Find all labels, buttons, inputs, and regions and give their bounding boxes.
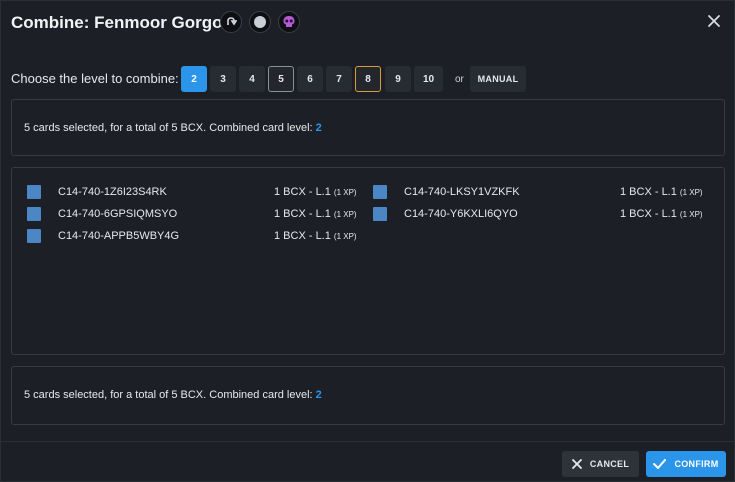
card-checkbox[interactable]: [27, 207, 41, 221]
card-id: C14-740-Y6KXLI6QYO: [404, 208, 518, 220]
card-row: C14-740-LKSY1VZKFK 1 BCX - L.1 (1 XP): [373, 184, 703, 200]
card-info: 1 BCX - L.1 (1 XP): [274, 230, 357, 242]
summary-panel-bottom: 5 cards selected, for a total of 5 BCX. …: [11, 366, 725, 425]
card-checkbox[interactable]: [27, 185, 41, 199]
card-id: C14-740-6GPSIQMSYO: [58, 208, 178, 220]
cancel-label: CANCEL: [589, 459, 630, 469]
level-button-4[interactable]: 4: [239, 66, 265, 92]
card-checkbox[interactable]: [373, 185, 387, 199]
card-info: 1 BCX - L.1 (1 XP): [620, 208, 703, 220]
close-icon: [571, 459, 582, 469]
card-bcx: 1 BCX - L.1: [274, 186, 334, 198]
card-xp: (1 XP): [679, 210, 703, 219]
level-button-2[interactable]: 2: [181, 66, 207, 92]
modal-header: Combine: Fenmoor Gorgon: [1, 1, 735, 45]
level-selector: Choose the level to combine: 2 3 4 5 6 7…: [11, 66, 726, 92]
foil-icon: [249, 11, 271, 33]
card-row: C14-740-1Z6I23S4RK 1 BCX - L.1 (1 XP): [27, 184, 357, 200]
card-id: C14-740-LKSY1VZKFK: [404, 186, 520, 198]
summary-text-top: 5 cards selected, for a total of 5 BCX. …: [24, 122, 322, 134]
summary-text-bottom: 5 cards selected, for a total of 5 BCX. …: [24, 389, 322, 401]
modal-title: Combine: Fenmoor Gorgon: [11, 13, 233, 32]
summary-text-bottom-label: 5 cards selected, for a total of 5 BCX. …: [24, 389, 316, 401]
card-info: 1 BCX - L.1 (1 XP): [620, 186, 703, 198]
edition-icon: [220, 11, 242, 33]
level-button-7[interactable]: 7: [326, 66, 352, 92]
confirm-label: CONFIRM: [674, 459, 719, 469]
summary-text-top-label: 5 cards selected, for a total of 5 BCX. …: [24, 122, 316, 134]
confirm-button[interactable]: CONFIRM: [646, 451, 726, 477]
card-bcx: 1 BCX - L.1: [620, 186, 680, 198]
level-button-10[interactable]: 10: [414, 66, 443, 92]
level-button-3[interactable]: 3: [210, 66, 236, 92]
card-row: C14-740-APPB5WBY4G 1 BCX - L.1 (1 XP): [27, 228, 357, 244]
card-xp: (1 XP): [333, 188, 357, 197]
card-xp: (1 XP): [333, 232, 357, 241]
card-bcx: 1 BCX - L.1: [274, 208, 334, 220]
cards-panel: C14-740-1Z6I23S4RK 1 BCX - L.1 (1 XP) C1…: [11, 167, 725, 355]
card-bcx: 1 BCX - L.1: [620, 208, 680, 220]
card-info: 1 BCX - L.1 (1 XP): [274, 186, 357, 198]
manual-button[interactable]: MANUAL: [470, 66, 526, 92]
card-row: C14-740-Y6KXLI6QYO 1 BCX - L.1 (1 XP): [373, 206, 703, 222]
combined-level-top: 2: [315, 122, 322, 134]
card-bcx: 1 BCX - L.1: [274, 230, 334, 242]
or-text: or: [455, 74, 464, 85]
level-button-5[interactable]: 5: [268, 66, 294, 92]
card-xp: (1 XP): [679, 188, 703, 197]
close-icon[interactable]: [706, 13, 722, 29]
skull-icon: [278, 11, 300, 33]
combined-level-bottom: 2: [315, 389, 322, 401]
card-row: C14-740-6GPSIQMSYO 1 BCX - L.1 (1 XP): [27, 206, 357, 222]
footer-divider: [1, 441, 735, 442]
cancel-button[interactable]: CANCEL: [562, 451, 639, 477]
level-button-8[interactable]: 8: [355, 66, 381, 92]
card-checkbox[interactable]: [373, 207, 387, 221]
level-selector-label: Choose the level to combine:: [11, 71, 179, 86]
checkmark-icon: [653, 459, 667, 469]
summary-panel-top: 5 cards selected, for a total of 5 BCX. …: [11, 99, 725, 156]
level-button-9[interactable]: 9: [385, 66, 411, 92]
card-checkbox[interactable]: [27, 229, 41, 243]
level-button-6[interactable]: 6: [297, 66, 323, 92]
card-info: 1 BCX - L.1 (1 XP): [274, 208, 357, 220]
combine-modal: Combine: Fenmoor Gorgon Choose the level…: [0, 0, 735, 482]
card-xp: (1 XP): [333, 210, 357, 219]
card-id: C14-740-1Z6I23S4RK: [58, 186, 167, 198]
card-id: C14-740-APPB5WBY4G: [58, 230, 180, 242]
